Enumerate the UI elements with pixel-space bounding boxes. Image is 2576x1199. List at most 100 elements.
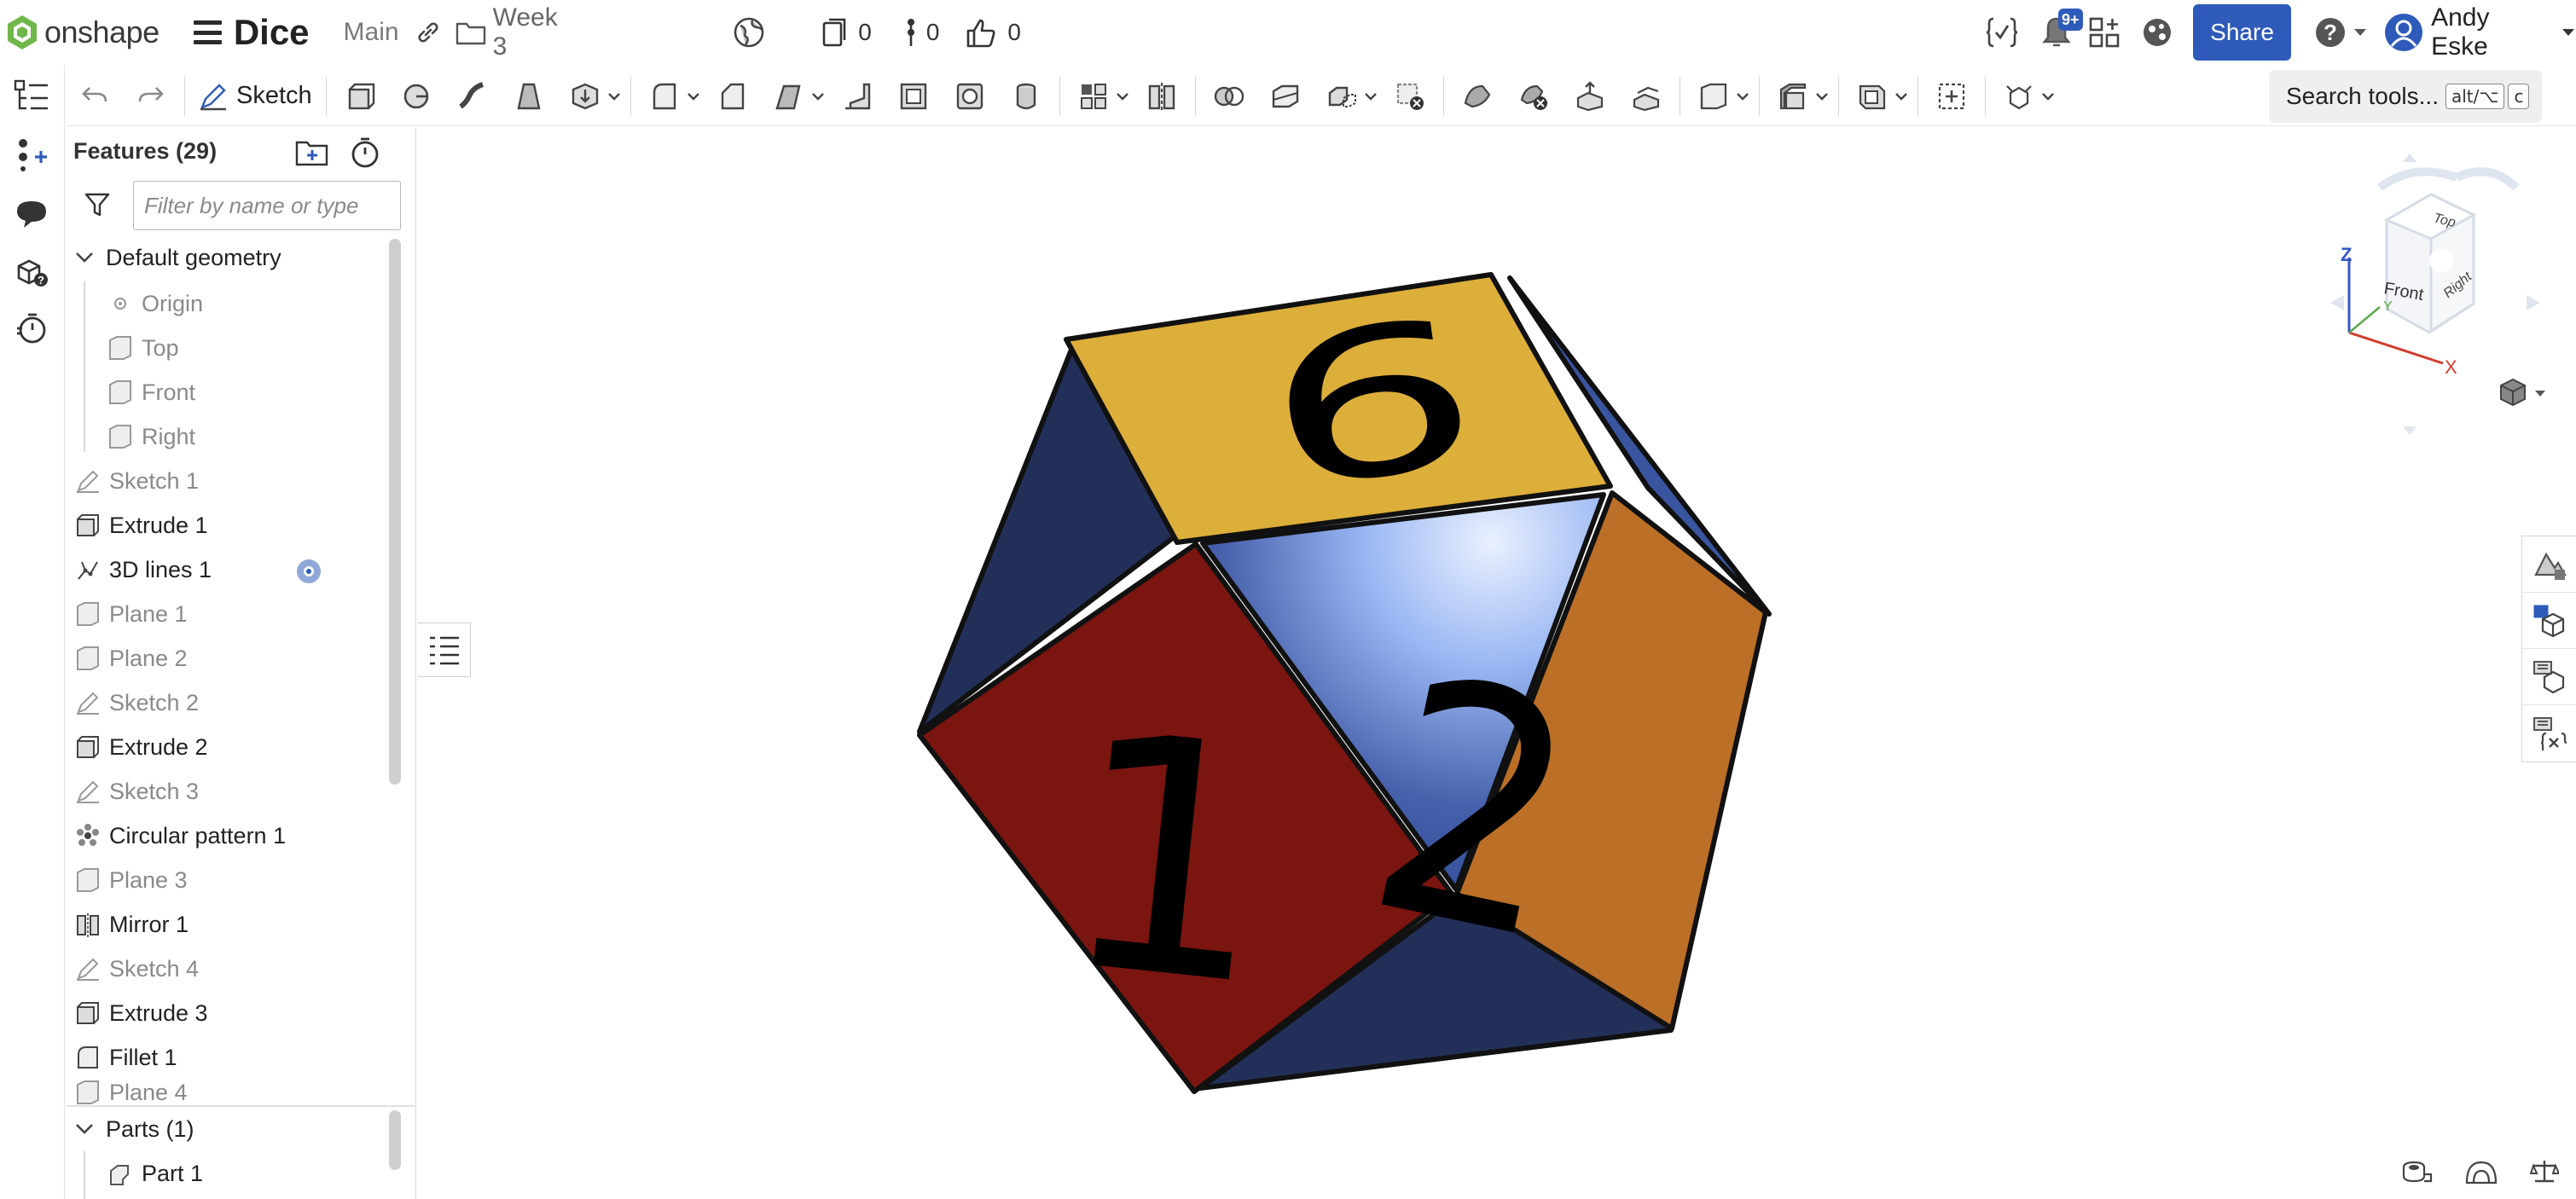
- comments-icon[interactable]: [12, 194, 51, 234]
- help-icon[interactable]: ?: [2313, 15, 2347, 49]
- user-name[interactable]: Andy Eske: [2431, 3, 2550, 61]
- feature-status-icon[interactable]: [295, 558, 322, 591]
- tree-item-top-plane[interactable]: Top: [107, 326, 425, 370]
- tree-item-mirror-1[interactable]: Mirror 1: [75, 902, 392, 947]
- tree-item-front-plane[interactable]: Front: [107, 370, 425, 414]
- section-view-icon[interactable]: [2465, 1159, 2498, 1189]
- modify-fillet-icon[interactable]: [1455, 74, 1500, 119]
- pattern-chevron-down-icon[interactable]: [1115, 74, 1130, 119]
- tree-item-circular-pattern-1[interactable]: Circular pattern 1: [75, 814, 392, 858]
- delete-face-icon[interactable]: [1511, 74, 1556, 119]
- shell-icon[interactable]: [891, 74, 936, 119]
- delete-part-icon[interactable]: [1388, 74, 1432, 119]
- variables-icon[interactable]: [1985, 15, 2019, 49]
- measure-tape-icon[interactable]: [2400, 1159, 2433, 1189]
- tree-item-plane-2[interactable]: Plane 2: [75, 636, 392, 681]
- sketch-button[interactable]: Sketch: [190, 74, 321, 119]
- branch-name[interactable]: Main: [344, 18, 399, 47]
- tree-item-plane-1[interactable]: Plane 1: [75, 592, 392, 636]
- add-custom-feature-icon[interactable]: [1929, 74, 1974, 119]
- link-icon[interactable]: [415, 19, 442, 46]
- configurations-panel-icon[interactable]: [2522, 593, 2576, 649]
- transform-icon[interactable]: [1320, 74, 1364, 119]
- tree-item-sketch-3[interactable]: Sketch 3: [75, 769, 392, 814]
- versions-counter[interactable]: 0: [821, 16, 872, 49]
- thicken-icon[interactable]: [563, 74, 607, 119]
- notifications-button[interactable]: 9+: [2041, 9, 2083, 49]
- learning-center-icon[interactable]: [2140, 15, 2174, 49]
- mass-properties-panel-icon[interactable]: [2522, 649, 2576, 705]
- user-avatar-icon[interactable]: [2383, 12, 2424, 53]
- sheet-metal-icon[interactable]: [1771, 74, 1815, 119]
- chevron-down-icon[interactable]: [72, 245, 97, 270]
- rib-icon[interactable]: [835, 74, 879, 119]
- revolve-icon[interactable]: [394, 74, 438, 119]
- onshape-logo[interactable]: onshape: [5, 14, 160, 51]
- draft-chevron-down-icon[interactable]: [810, 74, 826, 119]
- fillet-icon[interactable]: [642, 74, 687, 119]
- chevron-down-icon[interactable]: [72, 1116, 97, 1142]
- feature-list-icon[interactable]: [12, 77, 51, 116]
- fillet-chevron-down-icon[interactable]: [686, 74, 701, 119]
- solid-tools-chevron-down-icon[interactable]: [606, 74, 622, 119]
- draft-icon[interactable]: [767, 74, 811, 119]
- split-icon[interactable]: [1263, 74, 1308, 119]
- frame-chevron-down-icon[interactable]: [1894, 74, 1909, 119]
- boolean-icon[interactable]: [1207, 74, 1251, 119]
- tree-item-fillet-1[interactable]: Fillet 1: [75, 1035, 392, 1080]
- cylinder-icon[interactable]: [1004, 74, 1048, 119]
- dice-model[interactable]: 6 1 2 Top Front Right Z X Y: [418, 128, 2576, 1199]
- parts-scrollbar[interactable]: [389, 1110, 401, 1170]
- toggle-feature-list-icon[interactable]: [418, 623, 471, 677]
- tree-item-sketch-4[interactable]: Sketch 4: [75, 947, 392, 991]
- likes-counter[interactable]: 0: [965, 15, 1021, 49]
- sheet-metal-chevron-down-icon[interactable]: [1814, 74, 1830, 119]
- help-chevron-down-icon[interactable]: [2353, 27, 2368, 38]
- loft-icon[interactable]: [507, 74, 551, 119]
- sweep-icon[interactable]: [450, 74, 495, 119]
- tree-item-plane-4[interactable]: Plane 4: [75, 1080, 392, 1105]
- mirror-icon[interactable]: [1140, 74, 1184, 119]
- tree-item-extrude-1[interactable]: Extrude 1: [75, 503, 392, 547]
- chamfer-icon[interactable]: [711, 74, 755, 119]
- move-face-icon[interactable]: [1568, 74, 1612, 119]
- transform-chevron-down-icon[interactable]: [1363, 74, 1378, 119]
- appearance-panel-icon[interactable]: [2522, 536, 2576, 593]
- filter-input[interactable]: [133, 181, 401, 230]
- bill-of-materials-icon[interactable]: ?: [12, 252, 51, 292]
- extrude-icon[interactable]: [338, 74, 382, 119]
- history-stopwatch-icon[interactable]: [12, 309, 51, 348]
- frame-icon[interactable]: [1850, 74, 1894, 119]
- main-menu-icon[interactable]: [193, 20, 222, 44]
- tree-item-right-plane[interactable]: Right: [107, 414, 425, 459]
- tree-item-part-1[interactable]: Part 1: [107, 1151, 425, 1196]
- branches-counter[interactable]: 0: [904, 15, 939, 49]
- tree-item-origin[interactable]: Origin: [107, 281, 425, 326]
- custom-feature-icon[interactable]: [1997, 74, 2041, 119]
- add-folder-icon[interactable]: [295, 138, 329, 171]
- folder-name[interactable]: Week 3: [493, 3, 577, 61]
- replace-face-icon[interactable]: [1624, 74, 1668, 119]
- custom-feature-chevron-down-icon[interactable]: [2040, 74, 2056, 119]
- redo-icon[interactable]: [129, 74, 173, 119]
- tree-group-default-geometry[interactable]: Default geometry: [72, 235, 389, 280]
- linear-pattern-icon[interactable]: [1071, 74, 1116, 119]
- tree-item-3d-lines-1[interactable]: 3D lines 1: [75, 547, 392, 592]
- public-globe-icon[interactable]: [732, 15, 766, 49]
- view-options-icon[interactable]: [2500, 378, 2545, 407]
- filter-funnel-icon[interactable]: [84, 191, 111, 223]
- tree-item-sketch-2[interactable]: Sketch 2: [75, 681, 392, 725]
- units-scale-icon[interactable]: [2529, 1159, 2561, 1189]
- tree-item-sketch-1[interactable]: Sketch 1: [75, 459, 392, 503]
- undo-icon[interactable]: [73, 74, 117, 119]
- graphics-viewport[interactable]: 6 1 2 Top Front Right Z X Y: [418, 128, 2576, 1199]
- feature-list-scrollbar[interactable]: [389, 239, 401, 785]
- app-store-icon[interactable]: [2087, 15, 2121, 49]
- user-menu-chevron-down-icon[interactable]: [2561, 27, 2576, 38]
- search-tools-box[interactable]: Search tools... alt/⌥ c: [2269, 70, 2542, 123]
- share-button[interactable]: Share: [2192, 4, 2292, 61]
- tree-item-extrude-3[interactable]: Extrude 3: [75, 991, 392, 1035]
- tree-item-extrude-2[interactable]: Extrude 2: [75, 725, 392, 769]
- tree-group-parts[interactable]: Parts (1): [72, 1107, 389, 1151]
- document-title[interactable]: Dice: [234, 12, 310, 53]
